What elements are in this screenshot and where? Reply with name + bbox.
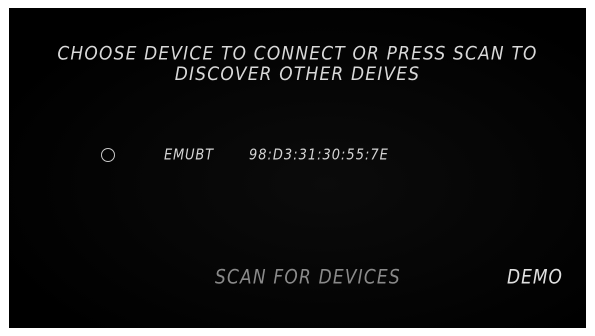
demo-button[interactable]: DEMO bbox=[507, 266, 563, 289]
radio-button-icon[interactable] bbox=[101, 148, 115, 162]
instruction-text: CHOOSE DEVICE TO CONNECT OR PRESS SCAN T… bbox=[9, 44, 586, 84]
device-mac-address: 98:D3:31:30:55:7E bbox=[249, 147, 389, 165]
scan-for-devices-button[interactable]: SCAN FOR DEVICES bbox=[215, 266, 401, 289]
instruction-line-2: DISCOVER OTHER DEIVES bbox=[174, 63, 421, 86]
app-screen: CHOOSE DEVICE TO CONNECT OR PRESS SCAN T… bbox=[9, 8, 586, 328]
device-list-item[interactable]: EMUBT 98:D3:31:30:55:7E bbox=[101, 146, 441, 168]
instruction-line-1: CHOOSE DEVICE TO CONNECT OR PRESS SCAN T… bbox=[57, 42, 538, 66]
device-name: EMUBT bbox=[164, 147, 214, 165]
